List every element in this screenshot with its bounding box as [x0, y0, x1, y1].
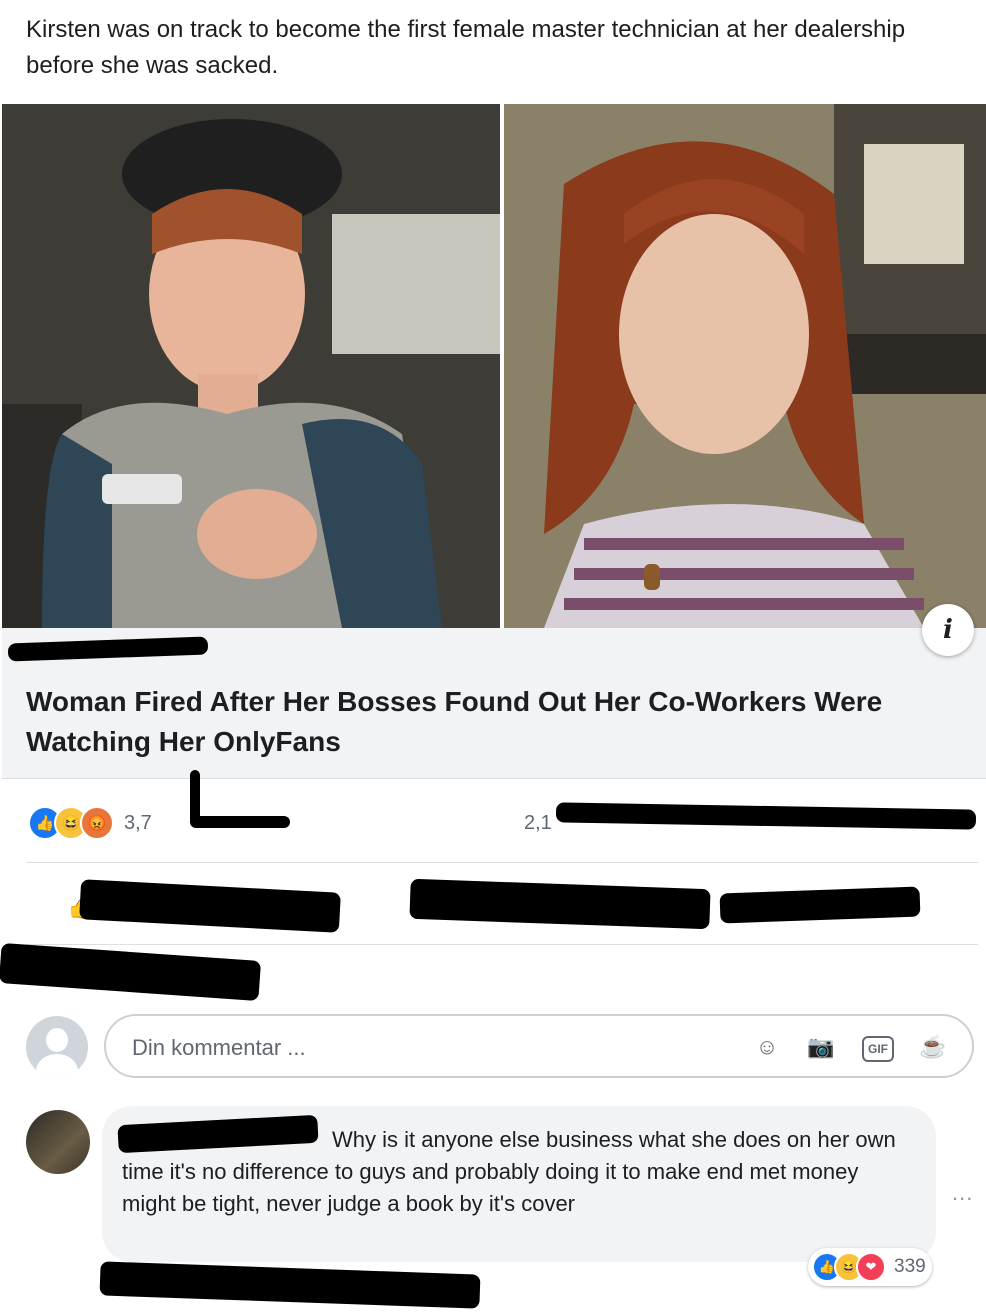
comment-field[interactable]: ☺ 📷 GIF ☕ — [104, 1014, 974, 1078]
divider — [26, 862, 978, 863]
redaction-scribble — [0, 942, 262, 1002]
photo-left-illustration — [2, 104, 500, 628]
comment-input-row: ☺ 📷 GIF ☕ — [22, 1014, 978, 1082]
avatar[interactable] — [26, 1110, 90, 1174]
comment-reactions[interactable]: 👍 😆 ❤ 339 — [808, 1248, 932, 1286]
avatar[interactable] — [26, 1016, 88, 1078]
info-button[interactable]: i — [922, 604, 974, 656]
post-photo-right[interactable] — [504, 104, 986, 628]
redaction-scribble — [190, 816, 290, 828]
sticker-icon[interactable]: ☕ — [918, 1032, 948, 1062]
reaction-summary[interactable]: 👍 😆 😡 3,7 — [28, 806, 152, 840]
emoji-icon[interactable]: ☺ — [752, 1032, 782, 1062]
camera-icon[interactable]: 📷 — [806, 1032, 836, 1062]
angry-icon: 😡 — [80, 806, 114, 840]
post-text: Kirsten was on track to become the first… — [26, 16, 906, 79]
more-options-icon[interactable]: ... — [952, 1180, 973, 1206]
photo-right-illustration — [504, 104, 986, 628]
comment-input[interactable] — [130, 1030, 734, 1066]
link-headline[interactable]: Woman Fired After Her Bosses Found Out H… — [26, 682, 946, 762]
divider — [26, 944, 978, 945]
post-photo-left[interactable] — [2, 104, 500, 628]
comment-reaction-count: 339 — [894, 1256, 926, 1277]
redaction-scribble — [555, 802, 977, 830]
info-icon: i — [943, 615, 953, 645]
gif-icon[interactable]: GIF — [862, 1036, 894, 1062]
reaction-count: 3,7 — [124, 811, 152, 834]
comment-count[interactable]: 2,1 — [524, 812, 552, 835]
love-icon: ❤ — [856, 1252, 886, 1282]
